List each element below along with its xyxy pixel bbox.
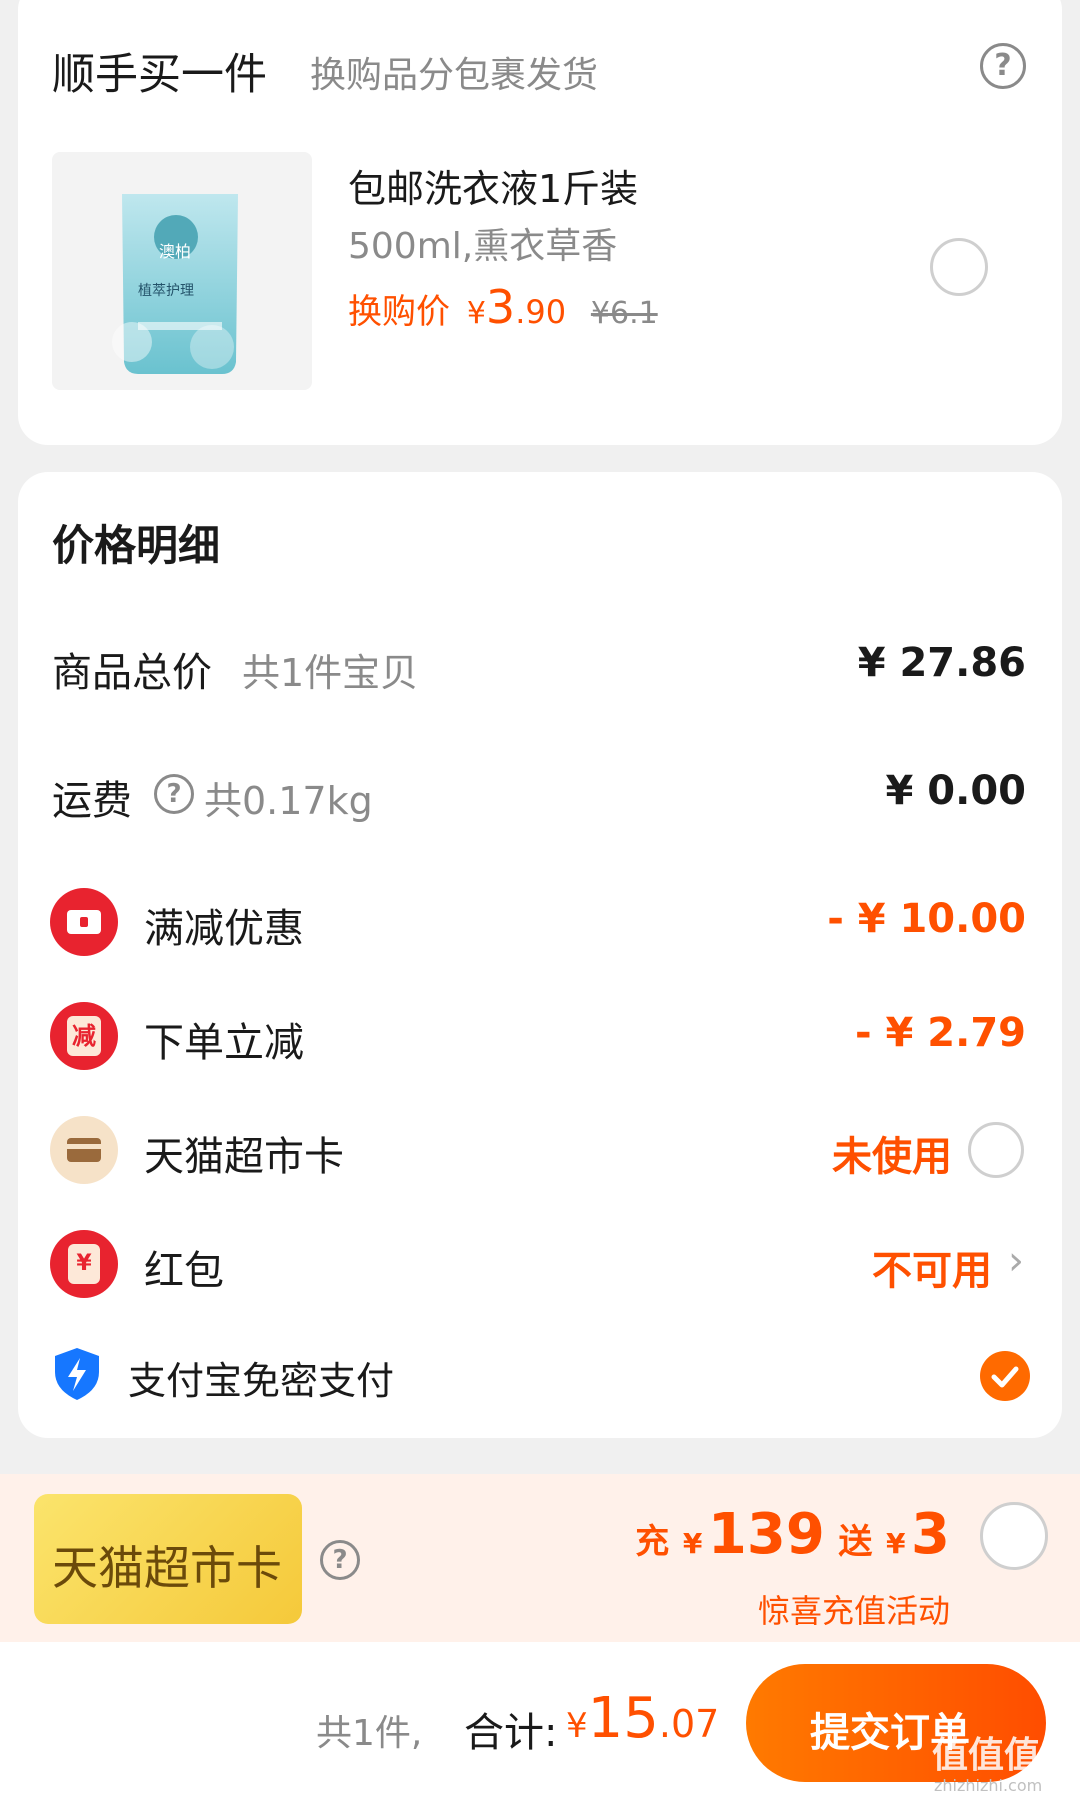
supermarket-card-value[interactable]: 未使用	[832, 1124, 952, 1182]
total-label: 合计:	[464, 1710, 558, 1756]
instant-discount-icon-char: 减	[67, 1016, 101, 1056]
shipping-label: 运费	[52, 778, 132, 824]
charge-currency: ¥	[682, 1527, 703, 1560]
red-packet-icon-char: ¥	[68, 1244, 100, 1284]
instant-discount-value: - ¥ 2.79	[855, 1010, 1026, 1056]
give-prefix: 送	[838, 1522, 873, 1562]
product-spec: 500ml,熏衣草香	[348, 226, 618, 267]
addon-select-radio[interactable]	[930, 238, 988, 296]
alipay-checkbox[interactable]	[980, 1351, 1030, 1401]
red-packet-value[interactable]: 不可用	[872, 1238, 992, 1296]
shipping-help-icon[interactable]: ?	[154, 774, 194, 814]
shipping-value: ¥ 0.00	[885, 768, 1026, 814]
price-detail-title: 价格明细	[52, 521, 221, 570]
coupon-icon	[50, 888, 118, 956]
total-dec: .07	[658, 1702, 720, 1746]
price-currency: ¥	[466, 296, 486, 331]
total-currency: ¥	[566, 1706, 588, 1746]
product-name[interactable]: 包邮洗衣液1斤装	[348, 158, 638, 213]
price-label: 换购价	[348, 292, 450, 332]
chevron-right-icon[interactable]: ›	[1008, 1238, 1024, 1284]
recharge-promo: 天猫超市卡 ? 充 ¥ 139 送 ¥ 3 惊喜充值活动	[0, 1474, 1080, 1642]
red-packet-label: 红包	[144, 1248, 224, 1294]
original-price: ¥6.1	[590, 296, 658, 331]
full-reduction-label: 满减优惠	[144, 906, 304, 952]
price-dec: .90	[515, 293, 567, 331]
supermarket-card-badge-label: 天猫超市卡	[52, 1541, 282, 1595]
supermarket-card-radio[interactable]	[968, 1122, 1024, 1178]
goods-total-note: 共1件宝贝	[242, 651, 419, 695]
question-circle-icon[interactable]: ?	[980, 43, 1026, 89]
product-image-brand: 澳柏	[159, 242, 192, 261]
full-reduction-value: - ¥ 10.00	[827, 896, 1026, 942]
total-amount: ¥15.07	[566, 1686, 719, 1751]
alipay-shield-icon	[52, 1346, 102, 1402]
submit-bar: 共1件, 合计: ¥15.07 提交订单 值值值 zhizhizhi.com	[0, 1642, 1080, 1804]
shipping-note: 共0.17kg	[204, 779, 373, 823]
card-icon	[50, 1116, 118, 1184]
goods-total-value: ¥ 27.86	[857, 640, 1026, 686]
promo-subtitle: 惊喜充值活动	[757, 1592, 950, 1630]
addon-subtitle: 换购品分包裹发货	[310, 55, 599, 96]
give-currency: ¥	[885, 1527, 906, 1560]
watermark-logo: 值值值	[932, 1735, 1041, 1776]
goods-total-label: 商品总价	[52, 650, 212, 696]
recharge-radio[interactable]	[980, 1502, 1048, 1570]
price-int: 3	[485, 280, 516, 334]
charge-amount: 139	[707, 1502, 825, 1567]
instant-discount-label: 下单立减	[144, 1020, 304, 1066]
supermarket-card-badge[interactable]: 天猫超市卡	[34, 1494, 302, 1624]
product-image-text: 植萃护理	[138, 283, 194, 299]
charge-prefix: 充	[635, 1522, 670, 1562]
price-detail-card: 价格明细 商品总价 共1件宝贝 ¥ 27.86 运费 ? 共0.17kg ¥ 0…	[18, 472, 1062, 1438]
addon-card: 顺手买一件 换购品分包裹发货 ? 澳柏 植萃护理 包邮洗衣液1斤装 500ml,…	[18, 0, 1062, 445]
supermarket-card-label: 天猫超市卡	[144, 1134, 344, 1180]
alipay-label: 支付宝免密支付	[128, 1359, 395, 1403]
addon-title: 顺手买一件	[52, 50, 267, 100]
recharge-offer: 充 ¥ 139 送 ¥ 3	[635, 1502, 950, 1567]
product-price: 换购价 ¥3.90 ¥6.1	[348, 280, 658, 334]
product-image[interactable]: 澳柏 植萃护理	[52, 152, 312, 390]
give-amount: 3	[911, 1502, 950, 1567]
red-packet-icon: ¥	[50, 1230, 118, 1298]
watermark-url: zhizhizhi.com	[934, 1776, 1043, 1795]
total-int: 15	[587, 1686, 659, 1751]
instant-discount-icon: 减	[50, 1002, 118, 1070]
item-count: 共1件,	[316, 1713, 423, 1754]
promo-help-icon[interactable]: ?	[320, 1540, 360, 1580]
